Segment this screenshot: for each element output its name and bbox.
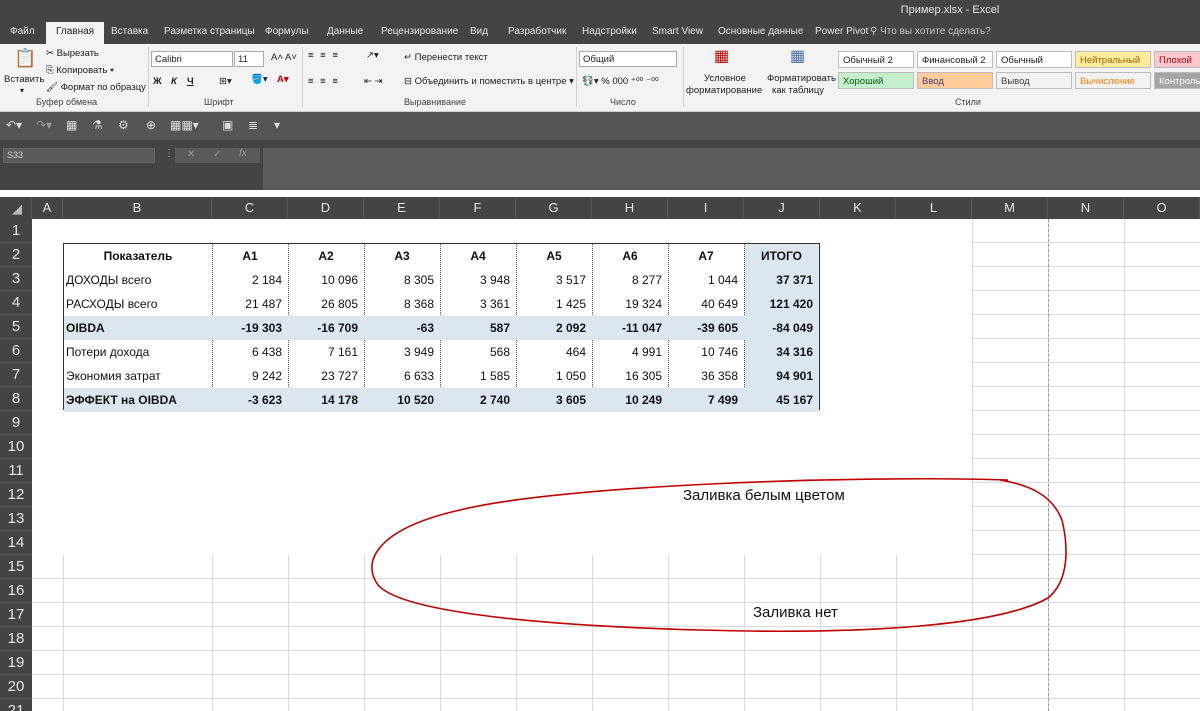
excel-window: Пример.xlsx - Excel Файл Главная Вставка… bbox=[0, 0, 1200, 711]
annotation-ellipse bbox=[371, 477, 1067, 633]
white-fill-note: Заливка белым цветом bbox=[683, 487, 845, 504]
no-fill-note: Заливка нет bbox=[753, 604, 838, 621]
